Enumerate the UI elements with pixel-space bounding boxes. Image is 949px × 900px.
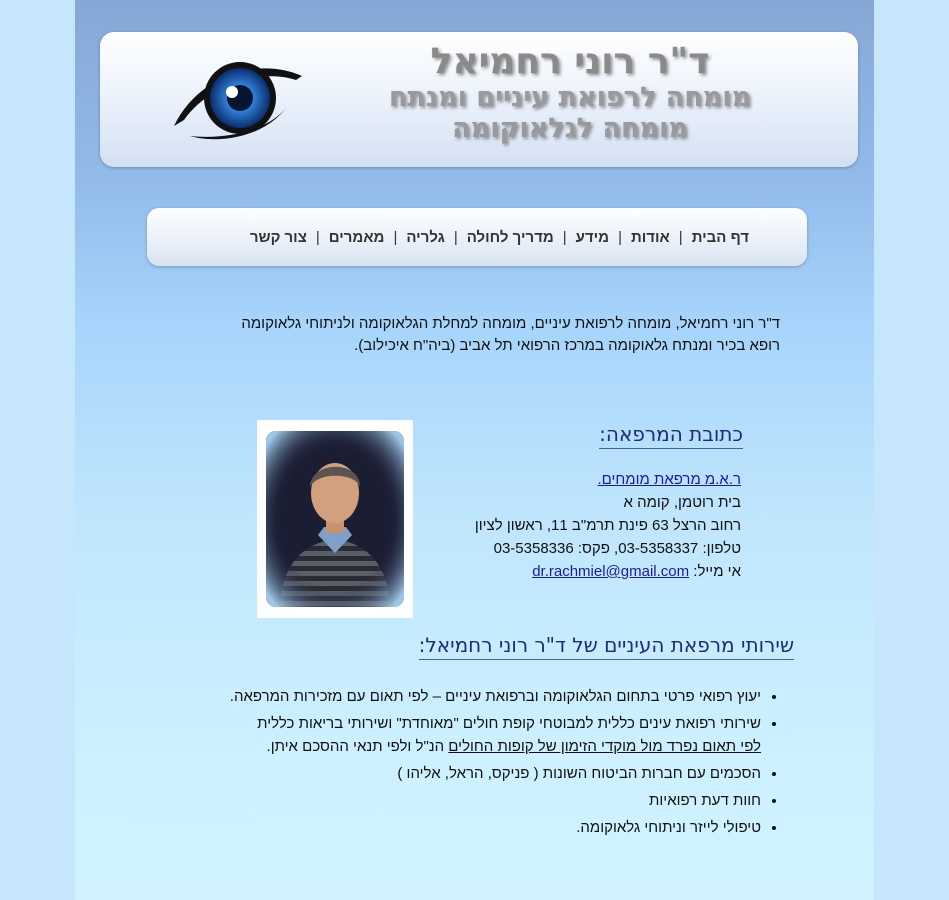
nav-separator: | — [678, 228, 683, 246]
service-item: חוות דעת רפואיות — [181, 789, 761, 812]
main-navigation: דף הבית | אודות | מידע | מדריך לחולה | ג… — [147, 208, 807, 266]
services-list: יעוץ רפואי פרטי בתחום הגלאוקומה וברפואת … — [181, 685, 779, 843]
site-subtitle-glaucoma: מומחה לגלאוקומה — [452, 113, 688, 144]
service-item: הסכמים עם חברות הביטוח השונות ( פניקס, ה… — [181, 762, 761, 785]
nav-separator: | — [562, 228, 567, 246]
site-title: ד"ר רוני רחמיאל — [430, 41, 710, 82]
nav-separator: | — [315, 228, 320, 246]
clinic-email-link[interactable]: dr.rachmiel@gmail.com — [532, 563, 689, 580]
service-item: שירותי רפואת עינים כללית למבוטחי קופת חו… — [181, 712, 761, 758]
clinic-email-label: אי מייל: — [693, 563, 741, 580]
nav-link-home[interactable]: דף הבית — [692, 229, 749, 246]
nav-item-contact[interactable]: צור קשר — [250, 229, 307, 246]
nav-link-gallery[interactable]: גלריה — [406, 229, 444, 246]
intro-line-2: רופא בכיר ומנתח גלאוקומה במרכז הרפואי תל… — [354, 337, 780, 354]
nav-link-contact[interactable]: צור קשר — [250, 229, 307, 246]
intro-line-1: ד"ר רוני רחמיאל, מומחה לרפואת עיניים, מו… — [241, 315, 780, 332]
nav-item-patient-guide[interactable]: מדריך לחולה — [467, 229, 554, 246]
nav-item-gallery[interactable]: גלריה — [406, 229, 444, 246]
clinic-address-heading: כתובת המרפאה: — [599, 422, 743, 449]
nav-link-articles[interactable]: מאמרים — [329, 229, 385, 246]
nav-separator: | — [393, 228, 398, 246]
service-item: יעוץ רפואי פרטי בתחום הגלאוקומה וברפואת … — [181, 685, 761, 708]
service-item-text: שירותי רפואת עינים כללית למבוטחי קופת חו… — [257, 715, 761, 732]
site-subtitle-specialty: מומחה לרפואת עיניים ומנתח — [388, 82, 752, 113]
clinic-address-block: ר.א.מ מרפאת מומחים. בית רוטמן, קומה א רח… — [321, 468, 741, 583]
nav-link-about[interactable]: אודות — [631, 229, 670, 246]
service-item-underlined: לפי תאום נפרד מול מוקדי הזימון של קופות … — [448, 738, 761, 755]
service-item: טיפולי לייזר וניתוחי גלאוקומה. — [181, 816, 761, 839]
intro-paragraph: ד"ר רוני רחמיאל, מומחה לרפואת עיניים, מו… — [220, 313, 780, 357]
clinic-street: רחוב הרצל 63 פינת תרמ"ב 11, ראשון לציון — [474, 517, 741, 534]
nav-item-articles[interactable]: מאמרים — [329, 229, 385, 246]
nav-item-about[interactable]: אודות — [631, 229, 670, 246]
page-content: ד"ר רוני רחמיאל מומחה לרפואת עיניים ומנת… — [75, 0, 874, 900]
services-heading: שירותי מרפאת העיניים של ד"ר רוני רחמיאל: — [418, 633, 794, 660]
nav-item-home[interactable]: דף הבית — [692, 229, 749, 246]
nav-link-info[interactable]: מידע — [576, 229, 609, 246]
nav-separator: | — [453, 228, 458, 246]
clinic-name-link[interactable]: ר.א.מ מרפאת מומחים. — [597, 471, 741, 488]
clinic-email-row: אי מייל: dr.rachmiel@gmail.com — [321, 560, 741, 583]
site-header: ד"ר רוני רחמיאל מומחה לרפואת עיניים ומנת… — [100, 32, 858, 167]
eye-logo-icon — [168, 56, 304, 146]
service-item-text: הנ"ל ולפי תנאי ההסכם איתן. — [266, 738, 449, 755]
clinic-phone-fax: טלפון: 03-5358337, פקס: 03-5358336 — [493, 540, 741, 557]
clinic-building: בית רוטמן, קומה א — [623, 494, 741, 511]
nav-item-info[interactable]: מידע — [576, 229, 609, 246]
nav-separator: | — [618, 228, 622, 246]
nav-link-patient-guide[interactable]: מדריך לחולה — [467, 229, 554, 246]
